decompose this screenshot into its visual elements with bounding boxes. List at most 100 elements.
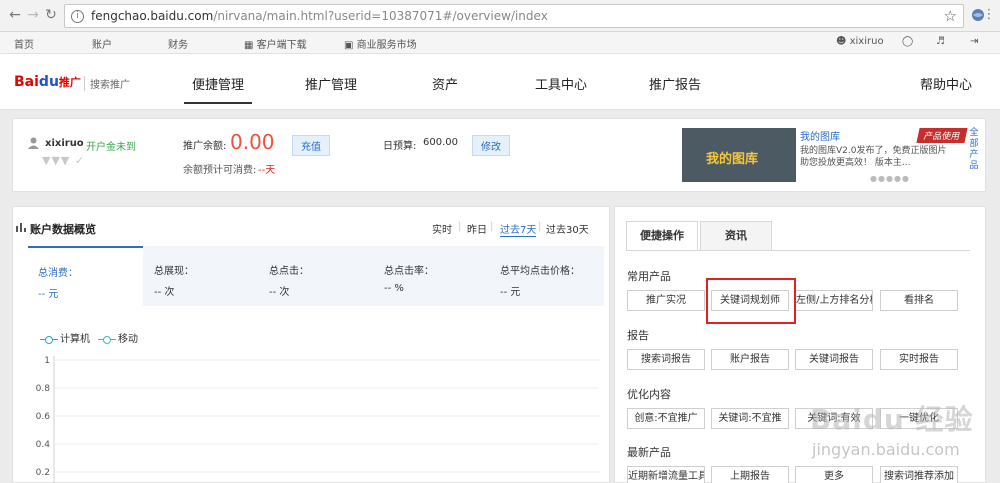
product-tag: 产品使用	[916, 128, 968, 143]
reload-icon[interactable]: ↻	[42, 6, 60, 24]
forward-icon[interactable]: →	[24, 6, 42, 24]
balance-label: 推广余额:	[183, 141, 227, 152]
section-title: 常用产品	[627, 270, 671, 283]
address-url[interactable]: fengchao.baidu.com/nirvana/main.html?use…	[91, 9, 548, 23]
range-divider: |	[490, 221, 494, 232]
metric-label: 总平均点击价格：	[500, 266, 580, 277]
watermark-logo: Baidu 经验	[810, 403, 974, 436]
legend-computer[interactable]: 计算机	[40, 330, 90, 345]
topbar-home-link[interactable]: 首页	[14, 36, 34, 51]
range-30-days[interactable]: 过去30天	[546, 221, 589, 236]
range-yesterday[interactable]: 昨日	[467, 221, 487, 236]
topbar-username: xixiruo	[849, 36, 884, 47]
account-status: 开户金未到	[86, 142, 136, 153]
quick-op-button[interactable]: 看排名	[880, 290, 958, 311]
quick-op-button[interactable]: 关键词:不宜推	[711, 408, 789, 429]
quick-op-button[interactable]: 实时报告	[880, 349, 958, 370]
nav-reports[interactable]: 推广报告	[649, 74, 701, 93]
metric-label: 总点击率：	[384, 266, 434, 277]
quick-op-button[interactable]: 搜索词报告	[627, 349, 705, 370]
budget-label: 日预算:	[383, 141, 417, 152]
logo-subtitle: 搜索推广	[84, 76, 130, 91]
highlight-frame	[706, 278, 796, 324]
message-icon[interactable]: ◯	[902, 36, 913, 47]
metric-label: 总点击：	[269, 266, 309, 277]
user-icon	[28, 137, 39, 149]
logo-du: du	[38, 74, 59, 90]
account-username: xixiruo	[45, 138, 84, 149]
nav-quick-manage[interactable]: 便捷管理	[183, 74, 253, 104]
quick-op-button[interactable]: 账户报告	[711, 349, 789, 370]
nav-tool-center[interactable]: 工具中心	[535, 74, 587, 93]
quick-op-button[interactable]: 关键词报告	[795, 349, 873, 370]
range-realtime[interactable]: 实时	[432, 221, 452, 236]
legend-mobile[interactable]: 移动	[98, 330, 138, 345]
browser-toolbar: ← → ↻ i fengchao.baidu.com/nirvana/main.…	[0, 0, 1000, 32]
days-label: 余额预计可消费:	[183, 165, 257, 176]
logo-tg: 推广	[58, 76, 81, 89]
section-title: 最新产品	[627, 446, 671, 459]
client-download-label: 客户端下载	[256, 40, 307, 51]
legend-mobile-label: 移动	[118, 334, 138, 345]
quick-op-button[interactable]: 近期新增流量工具	[627, 466, 705, 483]
trend-chart: 1 0.8 0.6 0.4 0.2	[36, 356, 599, 483]
topbar-client-download-link[interactable]: ▦ 客户端下载	[244, 36, 307, 51]
days-value: --天	[258, 165, 276, 176]
baidu-promotion-logo[interactable]: Baidu推广	[14, 74, 81, 90]
back-icon[interactable]: ←	[6, 6, 24, 24]
promo-desc-2: 助您投放更高效！ 版本主...	[800, 158, 911, 168]
quick-op-button[interactable]: 左侧/上方排名分析	[795, 290, 873, 311]
speaker-icon[interactable]: ♬	[936, 36, 945, 47]
topbar-user[interactable]: ☻ xixiruo	[836, 36, 884, 47]
gallery-promo-banner[interactable]: 我的图库	[682, 128, 796, 182]
bookmark-star-icon[interactable]: ☆	[944, 7, 957, 25]
grid-icon: ▦	[244, 40, 257, 51]
quick-op-button[interactable]: 搜索词推荐添加	[880, 466, 958, 483]
main-header: Baidu推广 搜索推广 便捷管理 推广管理 资产 工具中心 推广报告 帮助中心	[0, 54, 1000, 110]
nav-promotion-manage[interactable]: 推广管理	[305, 74, 357, 93]
banner-text: 我的图库	[706, 152, 759, 167]
topbar-account-link[interactable]: 账户	[92, 36, 112, 51]
topbar-finance-link[interactable]: 财务	[168, 36, 188, 51]
balance-value: 0.00	[230, 130, 275, 154]
nav-help-center[interactable]: 帮助中心	[920, 74, 972, 93]
metric-value: -- 次	[269, 287, 290, 298]
user-circle-icon: ☻	[836, 36, 850, 47]
bar-chart-icon	[16, 223, 26, 232]
recharge-button[interactable]: 充值	[292, 135, 330, 156]
tab-quick-ops[interactable]: 便捷操作	[626, 221, 698, 251]
metric-avg-cpc[interactable]: 总平均点击价格： -- 元	[490, 246, 605, 306]
menu-icon[interactable]: ⋮	[980, 6, 998, 24]
all-products-link[interactable]: 全部产品	[966, 128, 982, 172]
credit-badges-icon: ▼▼▼ ✓	[42, 154, 86, 167]
watermark-url: jingyan.baidu.com	[812, 440, 960, 459]
top-account-bar: 首页 账户 财务 ▦ 客户端下载 ▣ 商业服务市场 ☻ xixiruo ◯ ♬ …	[0, 32, 1000, 80]
modify-budget-button[interactable]: 修改	[472, 135, 510, 156]
nav-assets[interactable]: 资产	[432, 74, 458, 93]
topbar-market-link[interactable]: ▣ 商业服务市场	[344, 36, 417, 51]
market-label: 商业服务市场	[356, 40, 417, 51]
quick-op-button[interactable]: 上期报告	[711, 466, 789, 483]
metric-value: -- 元	[500, 287, 521, 298]
y-tick-label: 1	[44, 356, 50, 366]
range-divider: |	[458, 221, 462, 232]
metric-total-cost[interactable]: 总消费： -- 元	[28, 246, 143, 306]
y-tick-label: 0.4	[36, 440, 51, 450]
tab-news[interactable]: 资讯	[700, 221, 772, 251]
logout-icon[interactable]: ⇥	[970, 36, 978, 47]
y-tick-label: 0.8	[36, 384, 51, 394]
briefcase-icon: ▣	[344, 40, 357, 51]
metric-impressions[interactable]: 总展现： -- 次	[144, 246, 259, 306]
metric-ctr[interactable]: 总点击率： -- %	[374, 246, 489, 306]
quick-op-button[interactable]: 更多	[795, 466, 873, 483]
y-tick-label: 0.6	[36, 412, 51, 422]
carousel-dots[interactable]: ●●●●●	[870, 174, 910, 183]
quick-op-button[interactable]: 推广实况	[627, 290, 705, 311]
info-icon[interactable]: i	[71, 10, 84, 23]
address-bar[interactable]: i fengchao.baidu.com/nirvana/main.html?u…	[64, 4, 964, 28]
logo-bai: Bai	[14, 74, 39, 90]
range-7-days[interactable]: 过去7天	[500, 221, 537, 237]
metric-clicks[interactable]: 总点击： -- 次	[259, 246, 374, 306]
metric-value: -- %	[384, 283, 404, 294]
quick-op-button[interactable]: 创意:不宜推广	[627, 408, 705, 429]
